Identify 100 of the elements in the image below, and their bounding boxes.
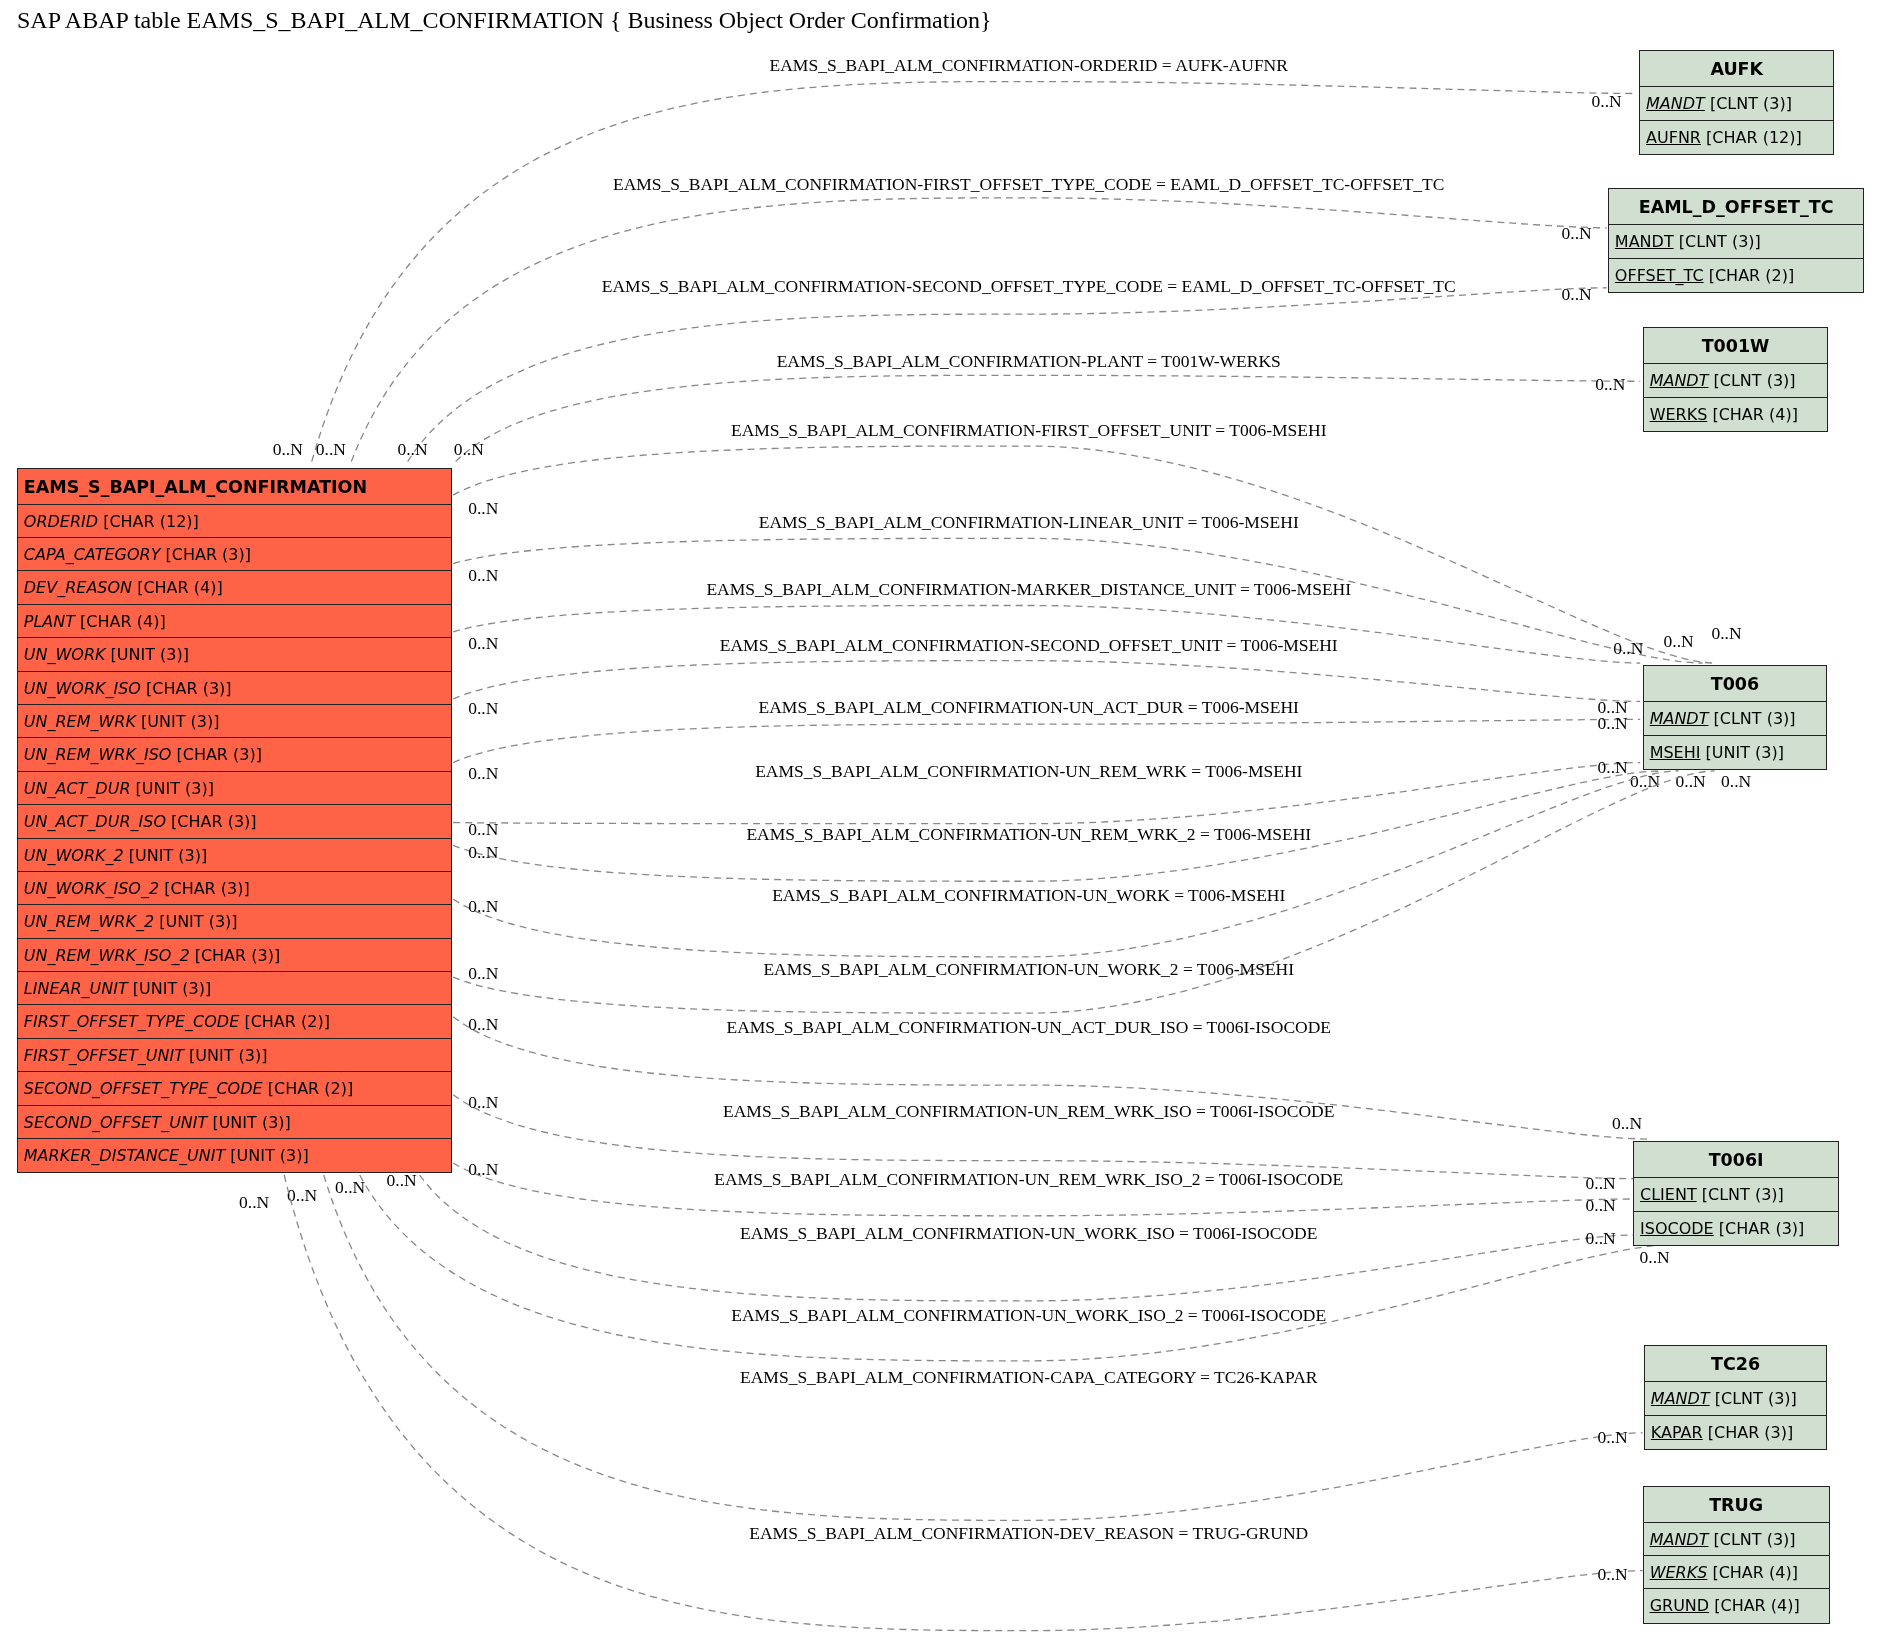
- table-name: TC26: [1644, 1346, 1827, 1383]
- table-field: UN_REM_WRK_ISO_2 [CHAR (3)]: [17, 938, 451, 973]
- table-field: MANDT [CLNT (3)]: [1643, 364, 1828, 398]
- cardinality-label: 0..N: [1585, 1195, 1616, 1216]
- relation-label: EAMS_S_BAPI_ALM_CONFIRMATION-UN_ACT_DUR = T006-MSEHI: [758, 696, 1299, 717]
- relation-label: EAMS_S_BAPI_ALM_CONFIRMATION-UN_WORK_ISO_2 = T006I-ISOCODE: [731, 1304, 1327, 1325]
- cardinality-label: 0..N: [1611, 1112, 1643, 1133]
- table-name: AUFK: [1640, 51, 1834, 88]
- cardinality-label: 0..N: [287, 1184, 318, 1205]
- table-field: MANDT [CLNT (3)]: [1643, 1522, 1829, 1556]
- cardinality-label: 0..N: [1663, 630, 1694, 651]
- relation-label: EAMS_S_BAPI_ALM_CONFIRMATION-UN_WORK_2 = T006-MSEHI: [763, 959, 1295, 980]
- table-field: WERKS [CHAR (4)]: [1643, 1555, 1829, 1590]
- table-field: UN_WORK_2 [UNIT (3)]: [17, 838, 451, 872]
- relation-label: EAMS_S_BAPI_ALM_CONFIRMATION-FIRST_OFFSET_TYPE_CODE = EAML_D_OFFSET_TC-OFFSET_TC: [613, 173, 1445, 194]
- cardinality-label: 0..N: [1711, 623, 1742, 644]
- cardinality-label: 0..N: [1629, 770, 1661, 791]
- cardinality-label: 0..N: [468, 564, 499, 585]
- table-field: MANDT [CLNT (3)]: [1644, 1382, 1827, 1416]
- cardinality-label: 0..N: [468, 762, 499, 783]
- cardinality-label: 0..N: [468, 895, 499, 916]
- table-field: SECOND_OFFSET_UNIT [UNIT (3)]: [17, 1105, 451, 1140]
- cardinality-label: 0..N: [1561, 284, 1592, 305]
- cardinality-label: 0..N: [468, 497, 499, 518]
- cardinality-label: 0..N: [315, 438, 346, 459]
- table-field: MARKER_DISTANCE_UNIT [UNIT (3)]: [17, 1139, 451, 1173]
- relation-label: EAMS_S_BAPI_ALM_CONFIRMATION-ORDERID = AUFK-AUFNR: [769, 55, 1288, 76]
- table-field: GRUND [CHAR (4)]: [1643, 1589, 1829, 1623]
- cardinality-label: 0..N: [1591, 91, 1622, 112]
- table-name: EAML_D_OFFSET_TC: [1608, 189, 1864, 226]
- relation-label: EAMS_S_BAPI_ALM_CONFIRMATION-SECOND_OFFSET_TYPE_CODE = EAML_D_OFFSET_TC-OFFSET_TC: [601, 275, 1456, 296]
- table-field: UN_WORK [UNIT (3)]: [17, 638, 451, 672]
- table-field: CLIENT [CLNT (3)]: [1634, 1178, 1839, 1212]
- relation-label: EAMS_S_BAPI_ALM_CONFIRMATION-UN_ACT_DUR_ISO = T006I-ISOCODE: [726, 1016, 1332, 1037]
- cardinality-label: 0..N: [272, 438, 303, 459]
- relation-label: EAMS_S_BAPI_ALM_CONFIRMATION-SECOND_OFFSET_UNIT = T006-MSEHI: [719, 635, 1338, 656]
- table-name: T006: [1643, 666, 1827, 703]
- cardinality-label: 0..N: [468, 1092, 499, 1113]
- table-name: EAMS_S_BAPI_ALM_CONFIRMATION: [17, 468, 451, 505]
- table-name: T006I: [1634, 1142, 1839, 1179]
- table-field: ORDERID [CHAR (12)]: [17, 504, 451, 538]
- table-field: MANDT [CLNT (3)]: [1608, 225, 1864, 259]
- relation-label: EAMS_S_BAPI_ALM_CONFIRMATION-FIRST_OFFSET_UNIT = T006-MSEHI: [730, 419, 1327, 440]
- cardinality-label: 0..N: [1597, 1563, 1628, 1584]
- cardinality-label: 0..N: [1721, 770, 1752, 791]
- cardinality-label: 0..N: [468, 1014, 499, 1035]
- table-field: ISOCODE [CHAR (3)]: [1634, 1211, 1839, 1246]
- cardinality-label: 0..N: [1595, 374, 1626, 395]
- table-field: UN_REM_WRK_2 [UNIT (3)]: [17, 905, 451, 939]
- relation-label: EAMS_S_BAPI_ALM_CONFIRMATION-UN_REM_WRK_2 = T006-MSEHI: [746, 823, 1312, 844]
- cardinality-label: 0..N: [468, 633, 499, 654]
- table-field: AUFNR [CHAR (12)]: [1640, 120, 1834, 155]
- table-field: OFFSET_TC [CHAR (2)]: [1608, 258, 1864, 292]
- table-field: DEV_REASON [CHAR (4)]: [17, 571, 451, 605]
- cardinality-label: 0..N: [468, 697, 499, 718]
- table-field: UN_ACT_DUR_ISO [CHAR (3)]: [17, 805, 451, 839]
- table-field: MANDT [CLNT (3)]: [1640, 87, 1834, 121]
- diagram-title: SAP ABAP table EAMS_S_BAPI_ALM_CONFIRMATION { Business Object Order Confirmation}: [17, 6, 992, 35]
- table-field: LINEAR_UNIT [UNIT (3)]: [17, 972, 451, 1006]
- cardinality-label: 0..N: [1639, 1246, 1670, 1267]
- table-field: CAPA_CATEGORY [CHAR (3)]: [17, 538, 451, 572]
- table-field: UN_WORK_ISO_2 [CHAR (3)]: [17, 871, 451, 906]
- table-name: T001W: [1643, 328, 1828, 365]
- cardinality-label: 0..N: [1675, 770, 1706, 791]
- table-field: UN_REM_WRK_ISO [CHAR (3)]: [17, 738, 451, 772]
- table-field: PLANT [CHAR (4)]: [17, 604, 451, 639]
- relation-label: EAMS_S_BAPI_ALM_CONFIRMATION-UN_REM_WRK_ISO = T006I-ISOCODE: [723, 1100, 1335, 1121]
- table-field: SECOND_OFFSET_TYPE_CODE [CHAR (2)]: [17, 1072, 451, 1106]
- relation-label: EAMS_S_BAPI_ALM_CONFIRMATION-DEV_REASON = TRUG-GRUND: [749, 1522, 1309, 1543]
- table-field: FIRST_OFFSET_TYPE_CODE [CHAR (2)]: [17, 1005, 451, 1039]
- cardinality-label: 0..N: [1561, 223, 1592, 243]
- cardinality-label: 0..N: [468, 818, 499, 839]
- relation-label: EAMS_S_BAPI_ALM_CONFIRMATION-UN_REM_WRK = T006-MSEHI: [755, 761, 1303, 782]
- cardinality-label: 0..N: [1597, 1426, 1628, 1447]
- cardinality-label: 0..N: [468, 1159, 499, 1180]
- table-field: FIRST_OFFSET_UNIT [UNIT (3)]: [17, 1038, 451, 1073]
- table-field: UN_WORK_ISO [CHAR (3)]: [17, 671, 451, 705]
- cardinality-label: 0..N: [1597, 756, 1628, 777]
- relation-label: EAMS_S_BAPI_ALM_CONFIRMATION-LINEAR_UNIT = T006-MSEHI: [758, 512, 1299, 532]
- cardinality-label: 0..N: [397, 438, 428, 459]
- table-field: WERKS [CHAR (4)]: [1643, 397, 1828, 432]
- table-field: KAPAR [CHAR (3)]: [1644, 1415, 1827, 1450]
- relation-label: EAMS_S_BAPI_ALM_CONFIRMATION-PLANT = T001W-WERKS: [776, 351, 1281, 372]
- relation-label: EAMS_S_BAPI_ALM_CONFIRMATION-MARKER_DISTANCE_UNIT = T006-MSEHI: [706, 579, 1352, 600]
- cardinality-label: 0..N: [468, 962, 499, 983]
- cardinality-label: 0..N: [386, 1170, 417, 1191]
- cardinality-label: 0..N: [468, 841, 499, 862]
- table-field: UN_ACT_DUR [UNIT (3)]: [17, 771, 451, 806]
- cardinality-label: 0..N: [1585, 1172, 1616, 1193]
- cardinality-label: 0..N: [453, 438, 484, 459]
- cardinality-label: 0..N: [335, 1177, 366, 1198]
- relation-label: EAMS_S_BAPI_ALM_CONFIRMATION-CAPA_CATEGORY = TC26-KAPAR: [740, 1366, 1318, 1387]
- relation-label: EAMS_S_BAPI_ALM_CONFIRMATION-UN_WORK_ISO = T006I-ISOCODE: [740, 1223, 1318, 1243]
- table-field: MANDT [CLNT (3)]: [1643, 702, 1827, 736]
- cardinality-label: 0..N: [239, 1191, 270, 1212]
- table-field: UN_REM_WRK [UNIT (3)]: [17, 704, 451, 739]
- cardinality-label: 0..N: [1613, 637, 1644, 658]
- cardinality-label: 0..N: [1585, 1227, 1616, 1248]
- relation-label: EAMS_S_BAPI_ALM_CONFIRMATION-UN_WORK = T006-MSEHI: [772, 884, 1286, 905]
- table-field: MSEHI [UNIT (3)]: [1643, 735, 1827, 770]
